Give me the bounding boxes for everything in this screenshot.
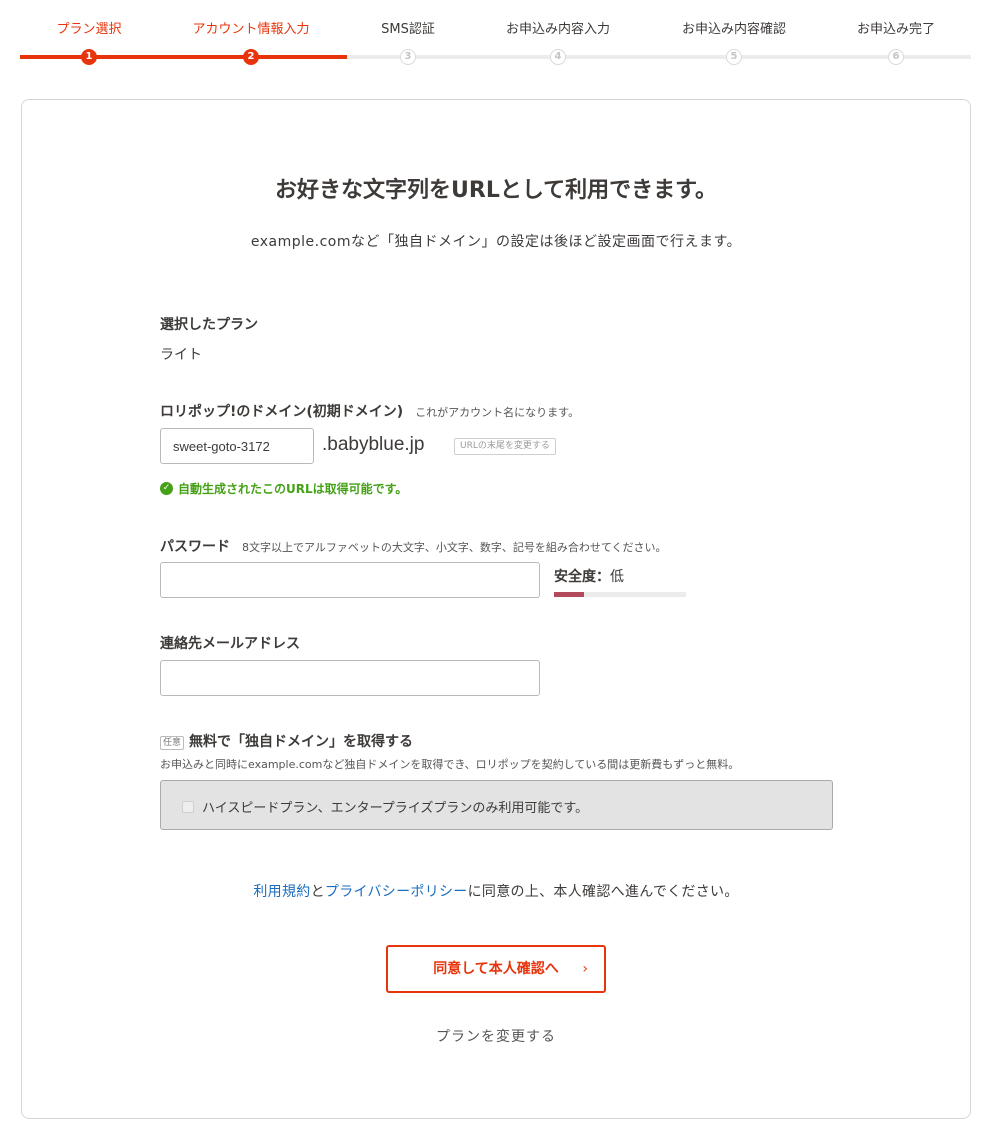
- step-plan-selection: プラン選択 1: [4, 0, 174, 70]
- email-label: 連絡先メールアドレス: [160, 636, 300, 652]
- domain-label: ロリポップ!のドメイン(初期ドメイン) これがアカウント名になります。: [160, 401, 579, 421]
- selected-plan-label: 選択したプラン: [160, 317, 258, 333]
- strength-label-text: 安全度：: [554, 569, 610, 585]
- step-label: お申込み完了: [856, 22, 935, 37]
- page-subtitle: example.comなど「独自ドメイン」の設定は後ほど設定画面で行えます。: [250, 234, 742, 250]
- step-number: 4: [550, 49, 566, 65]
- password-strength-label: 安全度：低: [554, 566, 624, 586]
- step-sms-verification: SMS認証 3: [323, 0, 493, 70]
- step-application-confirm: お申込み内容確認 5: [649, 0, 819, 70]
- step-label: アカウント情報入力: [192, 22, 310, 37]
- step-label: お申込み内容入力: [505, 22, 610, 37]
- privacy-policy-link[interactable]: プライバシーポリシー: [325, 884, 468, 900]
- chevron-right-icon: ›: [582, 961, 588, 977]
- step-label: お申込み内容確認: [681, 22, 786, 37]
- step-label: プラン選択: [56, 22, 122, 37]
- progress-stepper: プラン選択 1 アカウント情報入力 2 SMS認証 3 お申込み内容入力 4 お…: [20, 0, 971, 70]
- custom-domain-label: 任意 無料で「独自ドメイン」を取得する: [160, 731, 413, 751]
- terms-link[interactable]: 利用規約: [253, 884, 310, 900]
- password-strength-meter: [554, 592, 686, 597]
- agreement-and: と: [310, 884, 325, 900]
- password-label-text: パスワード: [160, 539, 230, 555]
- agreement-text: 利用規約とプライバシーポリシーに同意の上、本人確認へ進んでください。: [22, 881, 970, 901]
- domain-suffix: .babyblue.jp: [322, 434, 425, 455]
- step-number: 3: [400, 49, 416, 65]
- change-url-suffix-button[interactable]: URLの末尾を変更する: [454, 438, 556, 455]
- custom-domain-disabled-text: ハイスピードプラン、エンタープライズプランのみ利用可能です。: [202, 801, 589, 816]
- domain-hint: これがアカウント名になります。: [415, 406, 580, 419]
- agree-button-label: 同意して本人確認へ: [433, 961, 559, 977]
- custom-domain-description: お申込みと同時にexample.comなど独自ドメインを取得でき、ロリポップを契…: [160, 758, 740, 771]
- email-input[interactable]: [160, 660, 540, 696]
- domain-available-message: ✓ 自動生成されたこのURLは取得可能です。: [160, 480, 407, 497]
- optional-badge: 任意: [160, 736, 185, 750]
- custom-domain-label-text: 無料で「独自ドメイン」を取得する: [189, 734, 414, 750]
- password-label: パスワード 8文字以上でアルファベットの大文字、小文字、数字、記号を組み合わせてく…: [160, 536, 667, 556]
- step-label: SMS認証: [381, 22, 435, 37]
- custom-domain-checkbox: [182, 801, 194, 813]
- step-number: 1: [81, 49, 97, 65]
- account-info-card: お好きな文字列をURLとして利用できます。 example.comなど「独自ドメ…: [21, 99, 971, 1119]
- domain-available-text: 自動生成されたこのURLは取得可能です。: [178, 482, 408, 496]
- selected-plan-value: ライト: [160, 347, 202, 363]
- step-number: 2: [243, 49, 259, 65]
- change-plan-link[interactable]: プランを変更する: [22, 1026, 970, 1046]
- agree-and-verify-button[interactable]: 同意して本人確認へ ›: [386, 945, 606, 993]
- step-application-input: お申込み内容入力 4: [473, 0, 643, 70]
- step-account-info: アカウント情報入力 2: [166, 0, 336, 70]
- password-strength-fill: [554, 592, 585, 597]
- check-circle-icon: ✓: [160, 482, 173, 495]
- step-number: 5: [726, 49, 742, 65]
- domain-label-text: ロリポップ!のドメイン(初期ドメイン): [160, 404, 404, 420]
- strength-level: 低: [610, 569, 624, 585]
- step-application-complete: お申込み完了 6: [811, 0, 981, 70]
- page-title: お好きな文字列をURLとして利用できます。: [275, 178, 717, 203]
- domain-input[interactable]: [160, 428, 314, 464]
- password-input[interactable]: [160, 562, 540, 598]
- agreement-rest: に同意の上、本人確認へ進んでください。: [467, 884, 739, 900]
- password-hint: 8文字以上でアルファベットの大文字、小文字、数字、記号を組み合わせてください。: [242, 541, 667, 554]
- step-number: 6: [888, 49, 904, 65]
- custom-domain-option-disabled: ハイスピードプラン、エンタープライズプランのみ利用可能です。: [160, 780, 833, 830]
